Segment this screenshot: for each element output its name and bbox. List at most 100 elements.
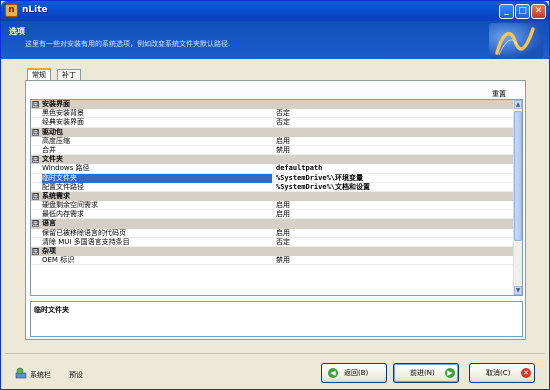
page-title: 选项 [9,27,25,36]
back-button[interactable]: ◀ 返回(B) [321,363,387,383]
collapse-toggle-icon[interactable]: ⊟ [32,220,39,228]
property-grid: ⊟ 安装界面 黑色安装背景 否定 经典安装界面 否定 ⊟ 驱动包 高度压缩 启用 合并 禁用 ⊟ 文件夹 W… [30,99,523,296]
property-value[interactable]: 否定 [276,118,511,127]
category-label: 语言 [42,219,56,228]
system-tray-label[interactable]: 系统栏 [30,370,51,380]
cancel-button[interactable]: 取消(C) ✕ [469,363,535,383]
category-label: 驱动包 [42,127,63,136]
category-row[interactable]: ⊟ 语言 [31,219,514,229]
property-name[interactable]: 硬盘剩余空间需求 [42,201,272,210]
column-divider [273,164,274,173]
nlite-logo-icon [489,23,543,59]
property-name[interactable]: Windows 路径 [42,164,272,173]
category-label: 安装界面 [42,100,70,108]
column-divider [273,109,274,118]
property-value[interactable]: 启用 [276,137,511,146]
category-row[interactable]: ⊟ 安装界面 [31,100,514,110]
back-button-label: 返回(B) [344,369,369,377]
scroll-thumb[interactable] [514,111,522,241]
property-row[interactable]: 黑色安装背景 否定 [31,109,514,119]
column-divider [273,256,274,265]
next-button[interactable]: 前进(N) ▶ [393,363,459,383]
property-row[interactable]: 保留已被移除语言的代码页 启用 [31,228,514,238]
property-row[interactable]: Windows 路径 defaultpath [31,164,514,174]
column-divider [273,237,274,246]
category-label: 杂项 [42,247,56,255]
category-label: 系统需求 [42,191,70,200]
property-row[interactable]: 最低内存需求 启用 [31,210,514,220]
property-name[interactable]: 合并 [42,146,272,155]
collapse-toggle-icon[interactable]: ⊟ [32,128,39,136]
property-name[interactable]: 临时文件夹 [42,173,272,183]
scroll-up-icon[interactable]: ▲ [514,100,522,109]
property-name[interactable]: 黑色安装背景 [42,109,272,118]
property-row[interactable]: 临时文件夹 %SystemDrive%\环境变量 [31,173,514,183]
back-arrow-icon: ◀ [328,368,338,378]
property-name[interactable]: 最低内存需求 [42,210,272,219]
property-name[interactable]: 配置文件路径 [42,183,272,192]
category-row[interactable]: ⊟ 文件夹 [31,155,514,165]
footer-divider [5,353,545,354]
next-arrow-icon: ▶ [445,368,455,378]
preset-label[interactable]: 预设 [69,370,83,380]
column-divider [273,136,274,145]
collapse-toggle-icon[interactable]: ⊟ [32,101,39,108]
collapse-toggle-icon[interactable]: ⊟ [32,192,39,200]
category-row[interactable]: ⊟ 杂项 [31,247,514,257]
category-row[interactable]: ⊟ 系统需求 [31,191,514,202]
property-name[interactable]: 保留已被移除语言的代码页 [42,229,272,238]
property-value[interactable]: 启用 [276,210,511,219]
collapse-toggle-icon[interactable]: ⊟ [32,156,39,164]
reset-button[interactable]: 重置 [492,89,506,99]
vertical-scrollbar[interactable]: ▲ ▼ [513,100,522,295]
column-divider [273,118,274,127]
app-icon: n [5,4,18,17]
property-name[interactable]: 清除 MUI 多国语言支持条目 [42,238,272,247]
property-value[interactable]: %SystemDrive%\文档和设置 [276,183,511,192]
column-divider [273,228,274,237]
description-title: 临时文件夹 [34,306,69,314]
property-row[interactable]: 高度压缩 启用 [31,136,514,146]
cancel-button-label: 取消(C) [486,369,511,377]
property-value[interactable]: 否定 [276,238,511,247]
page-subtitle: 这里有一些对安装有用的系统选项，例如改变系统文件夹默认路径. [25,40,231,48]
collapse-toggle-icon[interactable]: ⊟ [32,248,39,255]
property-name[interactable]: 高度压缩 [42,137,272,146]
property-value[interactable]: defaultpath [276,164,511,173]
window-title: nLite [22,5,48,15]
property-row[interactable]: 配置文件路径 %SystemDrive%\文档和设置 [31,182,514,192]
property-row[interactable]: 硬盘剩余空间需求 启用 [31,201,514,211]
property-row[interactable]: OEM 标识 禁用 [31,256,514,266]
property-name[interactable]: OEM 标识 [42,256,272,265]
property-value[interactable]: 启用 [276,229,511,238]
description-box: 临时文件夹 [30,301,523,337]
column-divider [273,210,274,219]
page-header: 选项 这里有一些对安装有用的系统选项，例如改变系统文件夹默认路径. [1,21,549,59]
minimize-button[interactable]: _ [499,4,514,19]
property-value[interactable]: 启用 [276,201,511,210]
property-value[interactable]: 否定 [276,109,511,118]
column-divider [273,173,274,182]
column-divider [273,201,274,210]
property-rows: ⊟ 安装界面 黑色安装背景 否定 经典安装界面 否定 ⊟ 驱动包 高度压缩 启用 合并 禁用 ⊟ 文件夹 W… [31,100,514,266]
title-bar[interactable]: n nLite _ □ ✕ [1,1,549,21]
property-row[interactable]: 清除 MUI 多国语言支持条目 否定 [31,237,514,247]
property-value[interactable]: 禁用 [276,256,511,265]
nlite-window: n nLite _ □ ✕ 选项 这里有一些对安装有用的系统选项，例如改变系统文… [0,0,550,390]
next-button-label: 前进(N) [410,369,435,377]
grid-toolbar: 重置 [26,81,525,99]
category-label: 文件夹 [42,155,63,164]
property-row[interactable]: 合并 禁用 [31,145,514,156]
system-tray-icon[interactable] [15,367,27,379]
scroll-down-icon[interactable]: ▼ [514,286,522,295]
property-row[interactable]: 经典安装界面 否定 [31,118,514,128]
property-value[interactable]: 禁用 [276,146,511,155]
cancel-x-icon: ✕ [521,368,531,378]
category-row[interactable]: ⊟ 驱动包 [31,127,514,137]
maximize-button[interactable]: □ [515,4,530,19]
close-button[interactable]: ✕ [531,4,546,19]
column-divider [273,182,274,191]
property-name[interactable]: 经典安装界面 [42,118,272,127]
options-panel: 重置 ⊟ 安装界面 黑色安装背景 否定 经典安装界面 否定 ⊟ 驱动包 高度压缩 启用 合并 禁用 ⊟ 文… [25,80,526,340]
property-value[interactable]: %SystemDrive%\环境变量 [276,174,511,183]
